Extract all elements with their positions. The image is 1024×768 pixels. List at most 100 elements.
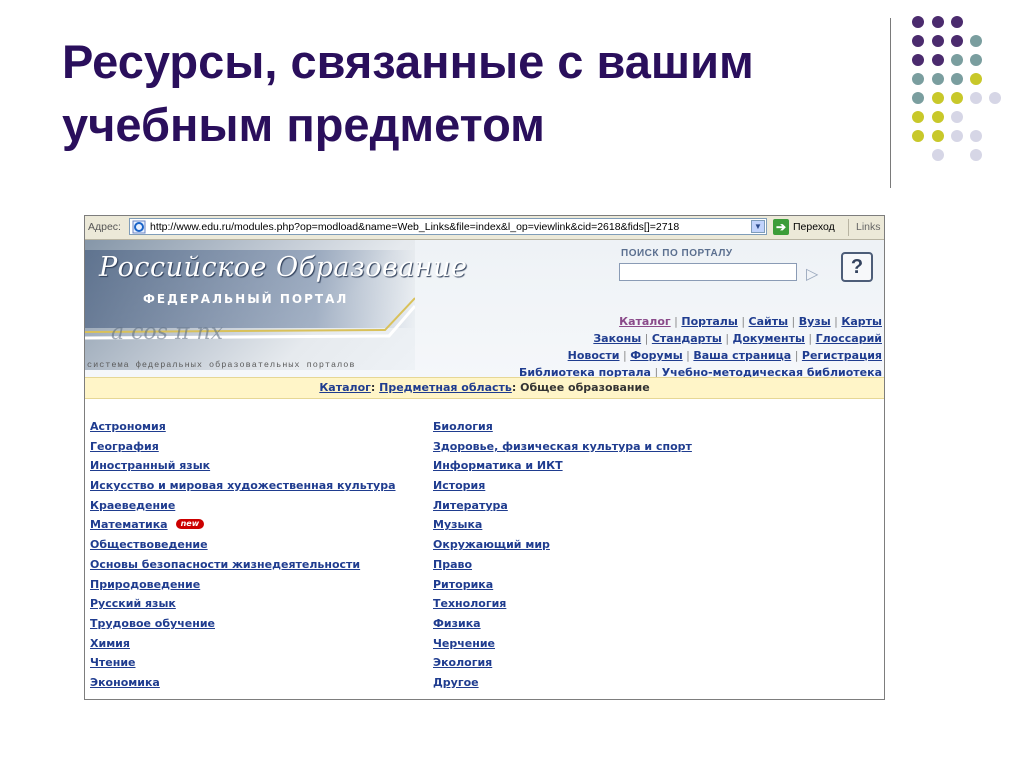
nav-link-your-page[interactable]: Ваша страница (693, 349, 791, 362)
portal-caption: система федеральных образовательных порт… (87, 360, 356, 370)
decorative-dot (912, 92, 924, 104)
category-list-left: Астрономия География Иностранный язык Ис… (90, 417, 396, 693)
decorative-dot (912, 16, 924, 28)
decorative-dot (932, 149, 944, 161)
category-link[interactable]: Здоровье, физическая культура и спорт (433, 437, 692, 457)
decorative-dot (912, 35, 924, 47)
nav-link-maps[interactable]: Карты (841, 315, 882, 328)
decorative-dot (951, 130, 963, 142)
search-input[interactable] (619, 263, 797, 281)
decorative-dot (912, 73, 924, 85)
search-title: ПОИСК ПО ПОРТАЛУ (621, 248, 733, 259)
category-link[interactable]: Химия (90, 634, 396, 654)
category-link[interactable]: Технология (433, 594, 692, 614)
browser-screenshot: Адрес: http://www.edu.ru/modules.php?op=… (84, 215, 885, 700)
decorative-dot (951, 73, 963, 85)
category-link[interactable]: Право (433, 555, 692, 575)
category-link[interactable]: Экология (433, 653, 692, 673)
decorative-dot (932, 92, 944, 104)
category-link[interactable]: Музыка (433, 515, 692, 535)
category-link[interactable]: Риторика (433, 575, 692, 595)
decorative-dot (970, 130, 982, 142)
decorative-formula: a cos π nx (111, 320, 223, 345)
links-toolbar[interactable]: Links (856, 221, 881, 233)
decorative-dot (912, 111, 924, 123)
nav-link-universities[interactable]: Вузы (799, 315, 831, 328)
decorative-dot (951, 16, 963, 28)
toolbar-divider (848, 219, 849, 236)
category-link[interactable]: Окружающий мир (433, 535, 692, 555)
breadcrumb-separator: : (511, 381, 521, 394)
address-bar: Адрес: http://www.edu.ru/modules.php?op=… (85, 216, 884, 240)
nav-link-portals[interactable]: Порталы (681, 315, 737, 328)
category-link[interactable]: Другое (433, 673, 692, 693)
category-link[interactable]: Трудовое обучение (90, 614, 396, 634)
decorative-dot (932, 111, 944, 123)
ie-page-icon (132, 220, 146, 234)
category-link[interactable]: Литература (433, 496, 692, 516)
category-link[interactable]: Основы безопасности жизнедеятельности (90, 555, 396, 575)
go-button[interactable]: Переход (793, 221, 835, 233)
decorative-dot (951, 54, 963, 66)
category-link[interactable]: Русский язык (90, 594, 396, 614)
category-link[interactable]: Астрономия (90, 417, 396, 437)
decorative-dot (970, 92, 982, 104)
category-link[interactable]: Черчение (433, 634, 692, 654)
breadcrumb-separator: : (370, 381, 380, 394)
nav-link-documents[interactable]: Документы (733, 332, 805, 345)
decorative-dot (951, 35, 963, 47)
category-link[interactable]: Обществоведение (90, 535, 396, 555)
category-link[interactable]: Информатика и ИКТ (433, 456, 692, 476)
category-link[interactable]: Математика (90, 518, 168, 531)
nav-link-laws[interactable]: Законы (593, 332, 641, 345)
breadcrumb-current: Общее образование (520, 381, 650, 394)
nav-link-forums[interactable]: Форумы (630, 349, 682, 362)
decorative-dot (970, 149, 982, 161)
nav-row: Законы | Стандарты | Документы | Глоссар… (593, 332, 882, 345)
go-arrow-icon[interactable]: ➔ (773, 219, 789, 235)
decorative-dot (912, 54, 924, 66)
category-link[interactable]: Искусство и мировая художественная культ… (90, 476, 396, 496)
category-link[interactable]: Природоведение (90, 575, 396, 595)
search-arrow-icon[interactable]: ▷ (806, 264, 818, 284)
nav-link-glossary[interactable]: Глоссарий (816, 332, 882, 345)
help-button[interactable]: ? (841, 252, 873, 282)
category-link[interactable]: Биология (433, 417, 692, 437)
decorative-dot (912, 130, 924, 142)
decorative-divider (890, 18, 891, 188)
decorative-dot (932, 16, 944, 28)
breadcrumb-catalog[interactable]: Каталог (319, 381, 371, 394)
nav-link-standards[interactable]: Стандарты (652, 332, 722, 345)
decorative-dot (932, 35, 944, 47)
decorative-dot (932, 54, 944, 66)
decorative-dot (932, 73, 944, 85)
site-nav: Каталог | Порталы | Сайты | Вузы | Карты… (519, 313, 882, 381)
chevron-down-icon[interactable]: ▼ (751, 220, 765, 233)
site-logo[interactable]: Российское Образование (99, 252, 467, 283)
nav-row: Каталог | Порталы | Сайты | Вузы | Карты (619, 315, 882, 328)
category-link[interactable]: Физика (433, 614, 692, 634)
decorative-dot (970, 35, 982, 47)
nav-link-catalog[interactable]: Каталог (619, 315, 671, 328)
category-link[interactable]: Экономика (90, 673, 396, 693)
category-list-right: Биология Здоровье, физическая культура и… (433, 417, 692, 693)
address-url: http://www.edu.ru/modules.php?op=modload… (150, 221, 680, 233)
address-input[interactable]: http://www.edu.ru/modules.php?op=modload… (129, 218, 767, 235)
address-label: Адрес: (88, 221, 121, 233)
category-link[interactable]: Краеведение (90, 496, 396, 516)
decorative-dot (970, 73, 982, 85)
category-link[interactable]: Чтение (90, 653, 396, 673)
decorative-dot (951, 111, 963, 123)
category-link[interactable]: География (90, 437, 396, 457)
nav-link-sites[interactable]: Сайты (749, 315, 789, 328)
category-link[interactable]: Иностранный язык (90, 456, 396, 476)
decorative-dot (989, 92, 1001, 104)
nav-row: Новости | Форумы | Ваша страница | Регис… (567, 349, 882, 362)
decorative-dot (932, 130, 944, 142)
category-link[interactable]: История (433, 476, 692, 496)
nav-link-registration[interactable]: Регистрация (802, 349, 882, 362)
breadcrumb-subject-area[interactable]: Предметная область (379, 381, 512, 394)
new-badge: new (175, 519, 205, 530)
category-row: Математика new (90, 515, 396, 535)
nav-link-news[interactable]: Новости (568, 349, 620, 362)
